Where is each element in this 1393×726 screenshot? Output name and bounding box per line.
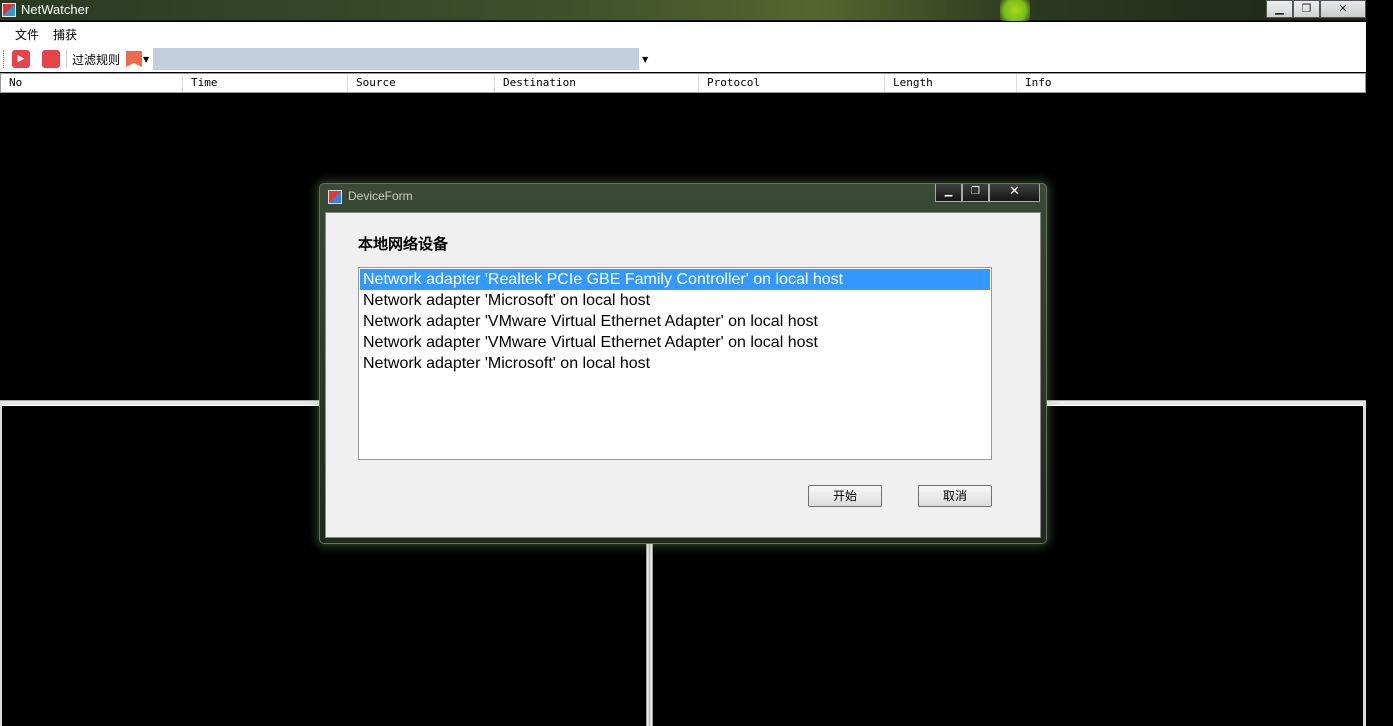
dialog-client-area: 本地网络设备 Network adapter 'Realtek PCIe GBE… [325, 212, 1041, 538]
dialog-icon [328, 190, 342, 204]
start-button[interactable]: 开始 [808, 485, 882, 507]
window-controls: ▁ ❐ ✕ [1266, 0, 1366, 18]
filter-input[interactable] [153, 48, 640, 70]
menu-file[interactable]: 文件 [8, 26, 46, 43]
dialog-minimize-button[interactable]: ▁ [935, 184, 962, 202]
app-title: NetWatcher [21, 2, 90, 17]
device-list-item[interactable]: Network adapter 'Realtek PCIe GBE Family… [360, 269, 990, 290]
cancel-button[interactable]: 取消 [918, 485, 992, 507]
minimize-button[interactable]: ▁ [1266, 0, 1293, 18]
dialog-close-button[interactable]: ✕ [989, 184, 1040, 202]
panel-border-right [1363, 402, 1366, 726]
splitter-right[interactable] [1046, 400, 1366, 406]
device-list-item[interactable]: Network adapter 'VMware Virtual Ethernet… [360, 332, 990, 353]
taskbar-glow [1000, 0, 1030, 21]
packet-list-header: No Time Source Destination Protocol Leng… [0, 73, 1366, 93]
column-protocol[interactable]: Protocol [699, 74, 885, 92]
stop-capture-button[interactable] [42, 50, 60, 68]
restore-button[interactable]: ❐ [1293, 0, 1320, 18]
app-icon [2, 3, 16, 17]
splitter-left[interactable] [0, 400, 320, 406]
bookmark-icon[interactable] [126, 51, 143, 67]
menu-bar: 文件 捕获 [0, 22, 1366, 46]
toolbar-separator [66, 50, 67, 68]
main-title-bar: NetWatcher ▁ ❐ ✕ [0, 0, 1366, 21]
start-capture-button[interactable]: ▶ [12, 50, 30, 68]
device-list-item[interactable]: Network adapter 'Microsoft' on local hos… [360, 353, 990, 374]
column-destination[interactable]: Destination [495, 74, 699, 92]
toolbar: ▶ 过滤规则 ▼ ▼ [0, 46, 1366, 72]
close-button[interactable]: ✕ [1320, 0, 1366, 18]
dialog-window-controls: ▁ ❐ ✕ [935, 184, 1040, 202]
panel-border-left [0, 402, 2, 726]
column-time[interactable]: Time [183, 74, 348, 92]
device-list[interactable]: Network adapter 'Realtek PCIe GBE Family… [358, 267, 992, 460]
device-dialog: DeviceForm ▁ ❐ ✕ 本地网络设备 Network adapter … [319, 183, 1047, 544]
vertical-splitter[interactable] [646, 540, 653, 726]
dialog-title: DeviceForm [348, 189, 413, 203]
column-length[interactable]: Length [885, 74, 1017, 92]
device-list-item[interactable]: Network adapter 'VMware Virtual Ethernet… [360, 311, 990, 332]
play-icon: ▶ [17, 54, 25, 64]
device-list-item[interactable]: Network adapter 'Microsoft' on local hos… [360, 290, 990, 311]
column-source[interactable]: Source [348, 74, 495, 92]
column-info[interactable]: Info [1017, 74, 1362, 92]
dialog-maximize-button[interactable]: ❐ [962, 184, 989, 202]
bookmark-dropdown-icon[interactable]: ▼ [143, 55, 149, 64]
filter-dropdown-icon[interactable]: ▼ [642, 55, 648, 64]
column-no[interactable]: No [1, 74, 183, 92]
filter-label: 过滤规则 [72, 52, 121, 67]
device-heading: 本地网络设备 [358, 235, 449, 253]
toolbar-grip[interactable] [3, 50, 6, 68]
menu-capture[interactable]: 捕获 [46, 26, 84, 43]
